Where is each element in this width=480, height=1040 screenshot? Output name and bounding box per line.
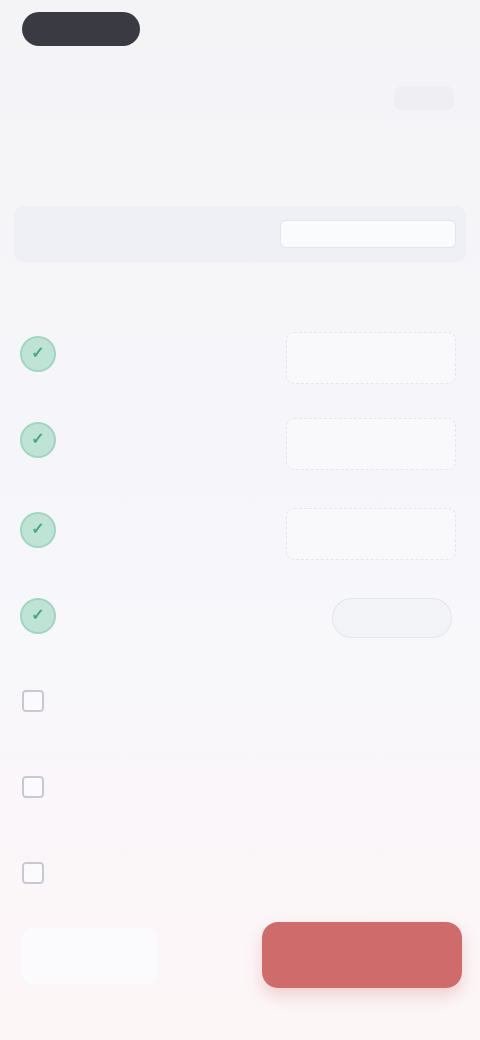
search-area — [14, 206, 466, 262]
step-action-button[interactable] — [332, 598, 452, 638]
step-meta — [286, 418, 456, 470]
checkbox-icon[interactable] — [22, 776, 44, 798]
checkbox-row[interactable] — [0, 758, 480, 816]
check-circle-icon — [20, 512, 56, 548]
status-pill — [22, 12, 140, 46]
footer-actions — [0, 902, 480, 1012]
check-circle-icon — [20, 598, 56, 634]
check-circle-icon — [20, 336, 56, 372]
step-item — [0, 404, 480, 482]
topbar-action-button[interactable] — [394, 86, 454, 110]
step-item — [0, 318, 480, 396]
step-meta — [286, 332, 456, 384]
check-circle-icon — [20, 422, 56, 458]
step-item — [0, 580, 480, 658]
step-item — [0, 494, 480, 572]
checkbox-row[interactable] — [0, 672, 480, 730]
checkbox-icon[interactable] — [22, 862, 44, 884]
primary-button[interactable] — [262, 922, 462, 988]
top-bar — [0, 68, 480, 126]
checkbox-icon[interactable] — [22, 690, 44, 712]
step-meta — [286, 508, 456, 560]
secondary-button[interactable] — [22, 928, 158, 984]
search-input[interactable] — [280, 220, 456, 248]
status-bar — [0, 0, 480, 64]
checkbox-row[interactable] — [0, 844, 480, 902]
